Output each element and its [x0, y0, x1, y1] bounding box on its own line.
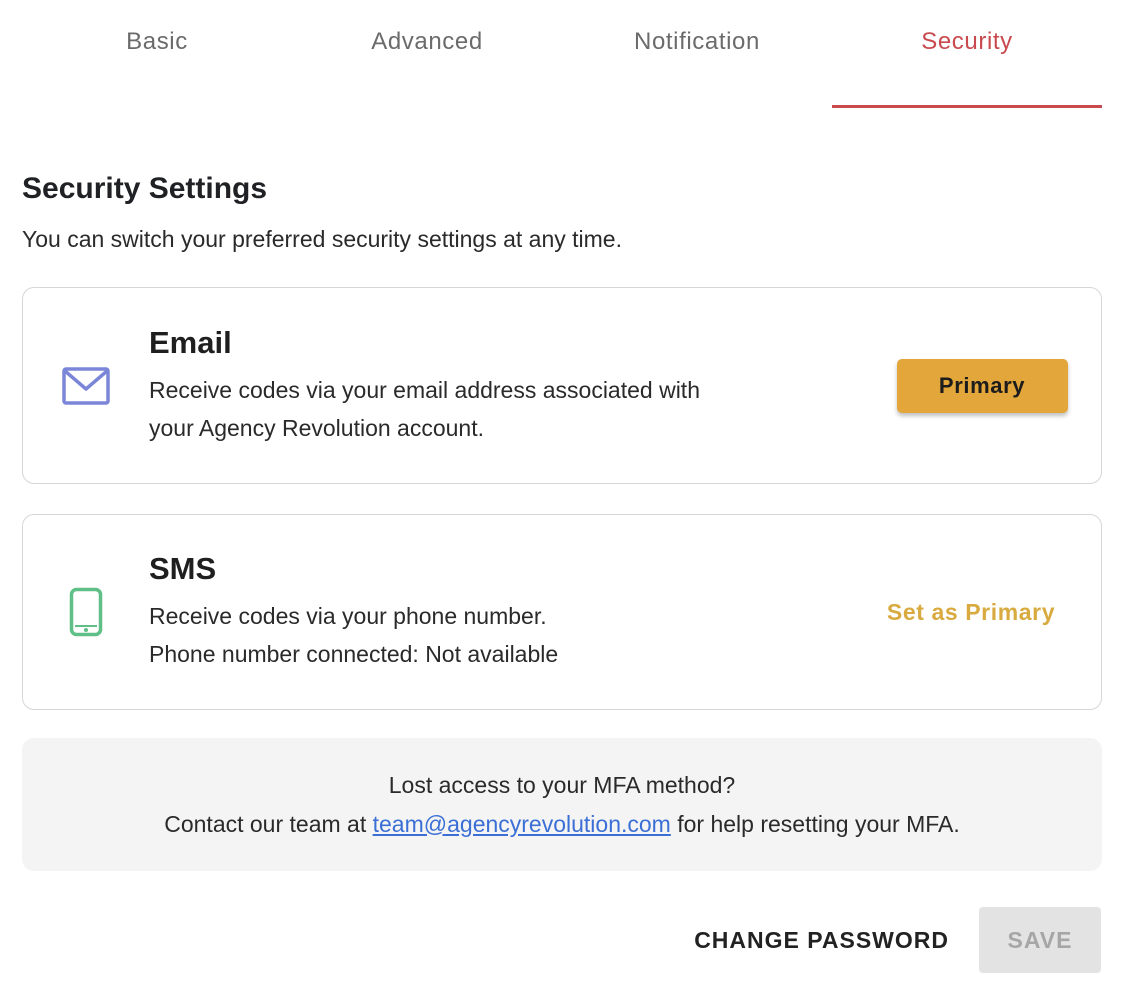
- set-as-primary-button[interactable]: Set as Primary: [887, 599, 1055, 626]
- settings-tabs: Basic Advanced Notification Security: [22, 0, 1102, 108]
- change-password-button[interactable]: CHANGE PASSWORD: [694, 927, 949, 954]
- mfa-method-sms-body: SMS Receive codes via your phone number.…: [149, 551, 841, 673]
- settings-footer: CHANGE PASSWORD SAVE: [694, 907, 1101, 973]
- tab-security[interactable]: Security: [832, 0, 1102, 108]
- primary-button[interactable]: Primary: [896, 358, 1068, 413]
- mfa-method-description: Receive codes via your phone number.: [149, 603, 547, 629]
- page-title: Security Settings: [22, 172, 268, 205]
- mfa-method-phone-status: Phone number connected: Not available: [149, 641, 559, 667]
- mfa-method-description: your Agency Revolution account.: [149, 414, 484, 441]
- tab-basic[interactable]: Basic: [22, 0, 292, 108]
- support-email-link[interactable]: team@agencyrevolution.com: [373, 811, 671, 837]
- mfa-method-sms-card: SMS Receive codes via your phone number.…: [22, 514, 1102, 710]
- settings-page: Basic Advanced Notification Security Sec…: [0, 0, 1123, 997]
- phone-icon: [23, 587, 149, 637]
- mfa-help-box: Lost access to your MFA method? Contact …: [22, 738, 1102, 871]
- email-icon: [23, 366, 149, 405]
- mfa-method-email-card: Email Receive codes via your email addre…: [22, 287, 1102, 484]
- mfa-method-description: Receive codes via your email address ass…: [149, 376, 700, 403]
- mfa-help-suffix: for help resetting your MFA.: [677, 810, 960, 837]
- mfa-help-question: Lost access to your MFA method?: [388, 771, 736, 798]
- page-description: You can switch your preferred security s…: [22, 226, 622, 252]
- tab-notification[interactable]: Notification: [562, 0, 832, 108]
- tab-advanced[interactable]: Advanced: [292, 0, 562, 108]
- mfa-method-email-action: Primary: [841, 358, 1101, 413]
- save-button[interactable]: SAVE: [979, 907, 1101, 973]
- mfa-method-sms-action: Set as Primary: [841, 599, 1101, 626]
- mfa-help-prefix: Contact our team at: [164, 810, 367, 837]
- mfa-method-title: Email: [149, 324, 232, 360]
- mfa-method-email-body: Email Receive codes via your email addre…: [149, 325, 841, 447]
- mfa-help-contact: Contact our team at team@agencyrevolutio…: [164, 805, 960, 844]
- mfa-method-title: SMS: [149, 551, 217, 586]
